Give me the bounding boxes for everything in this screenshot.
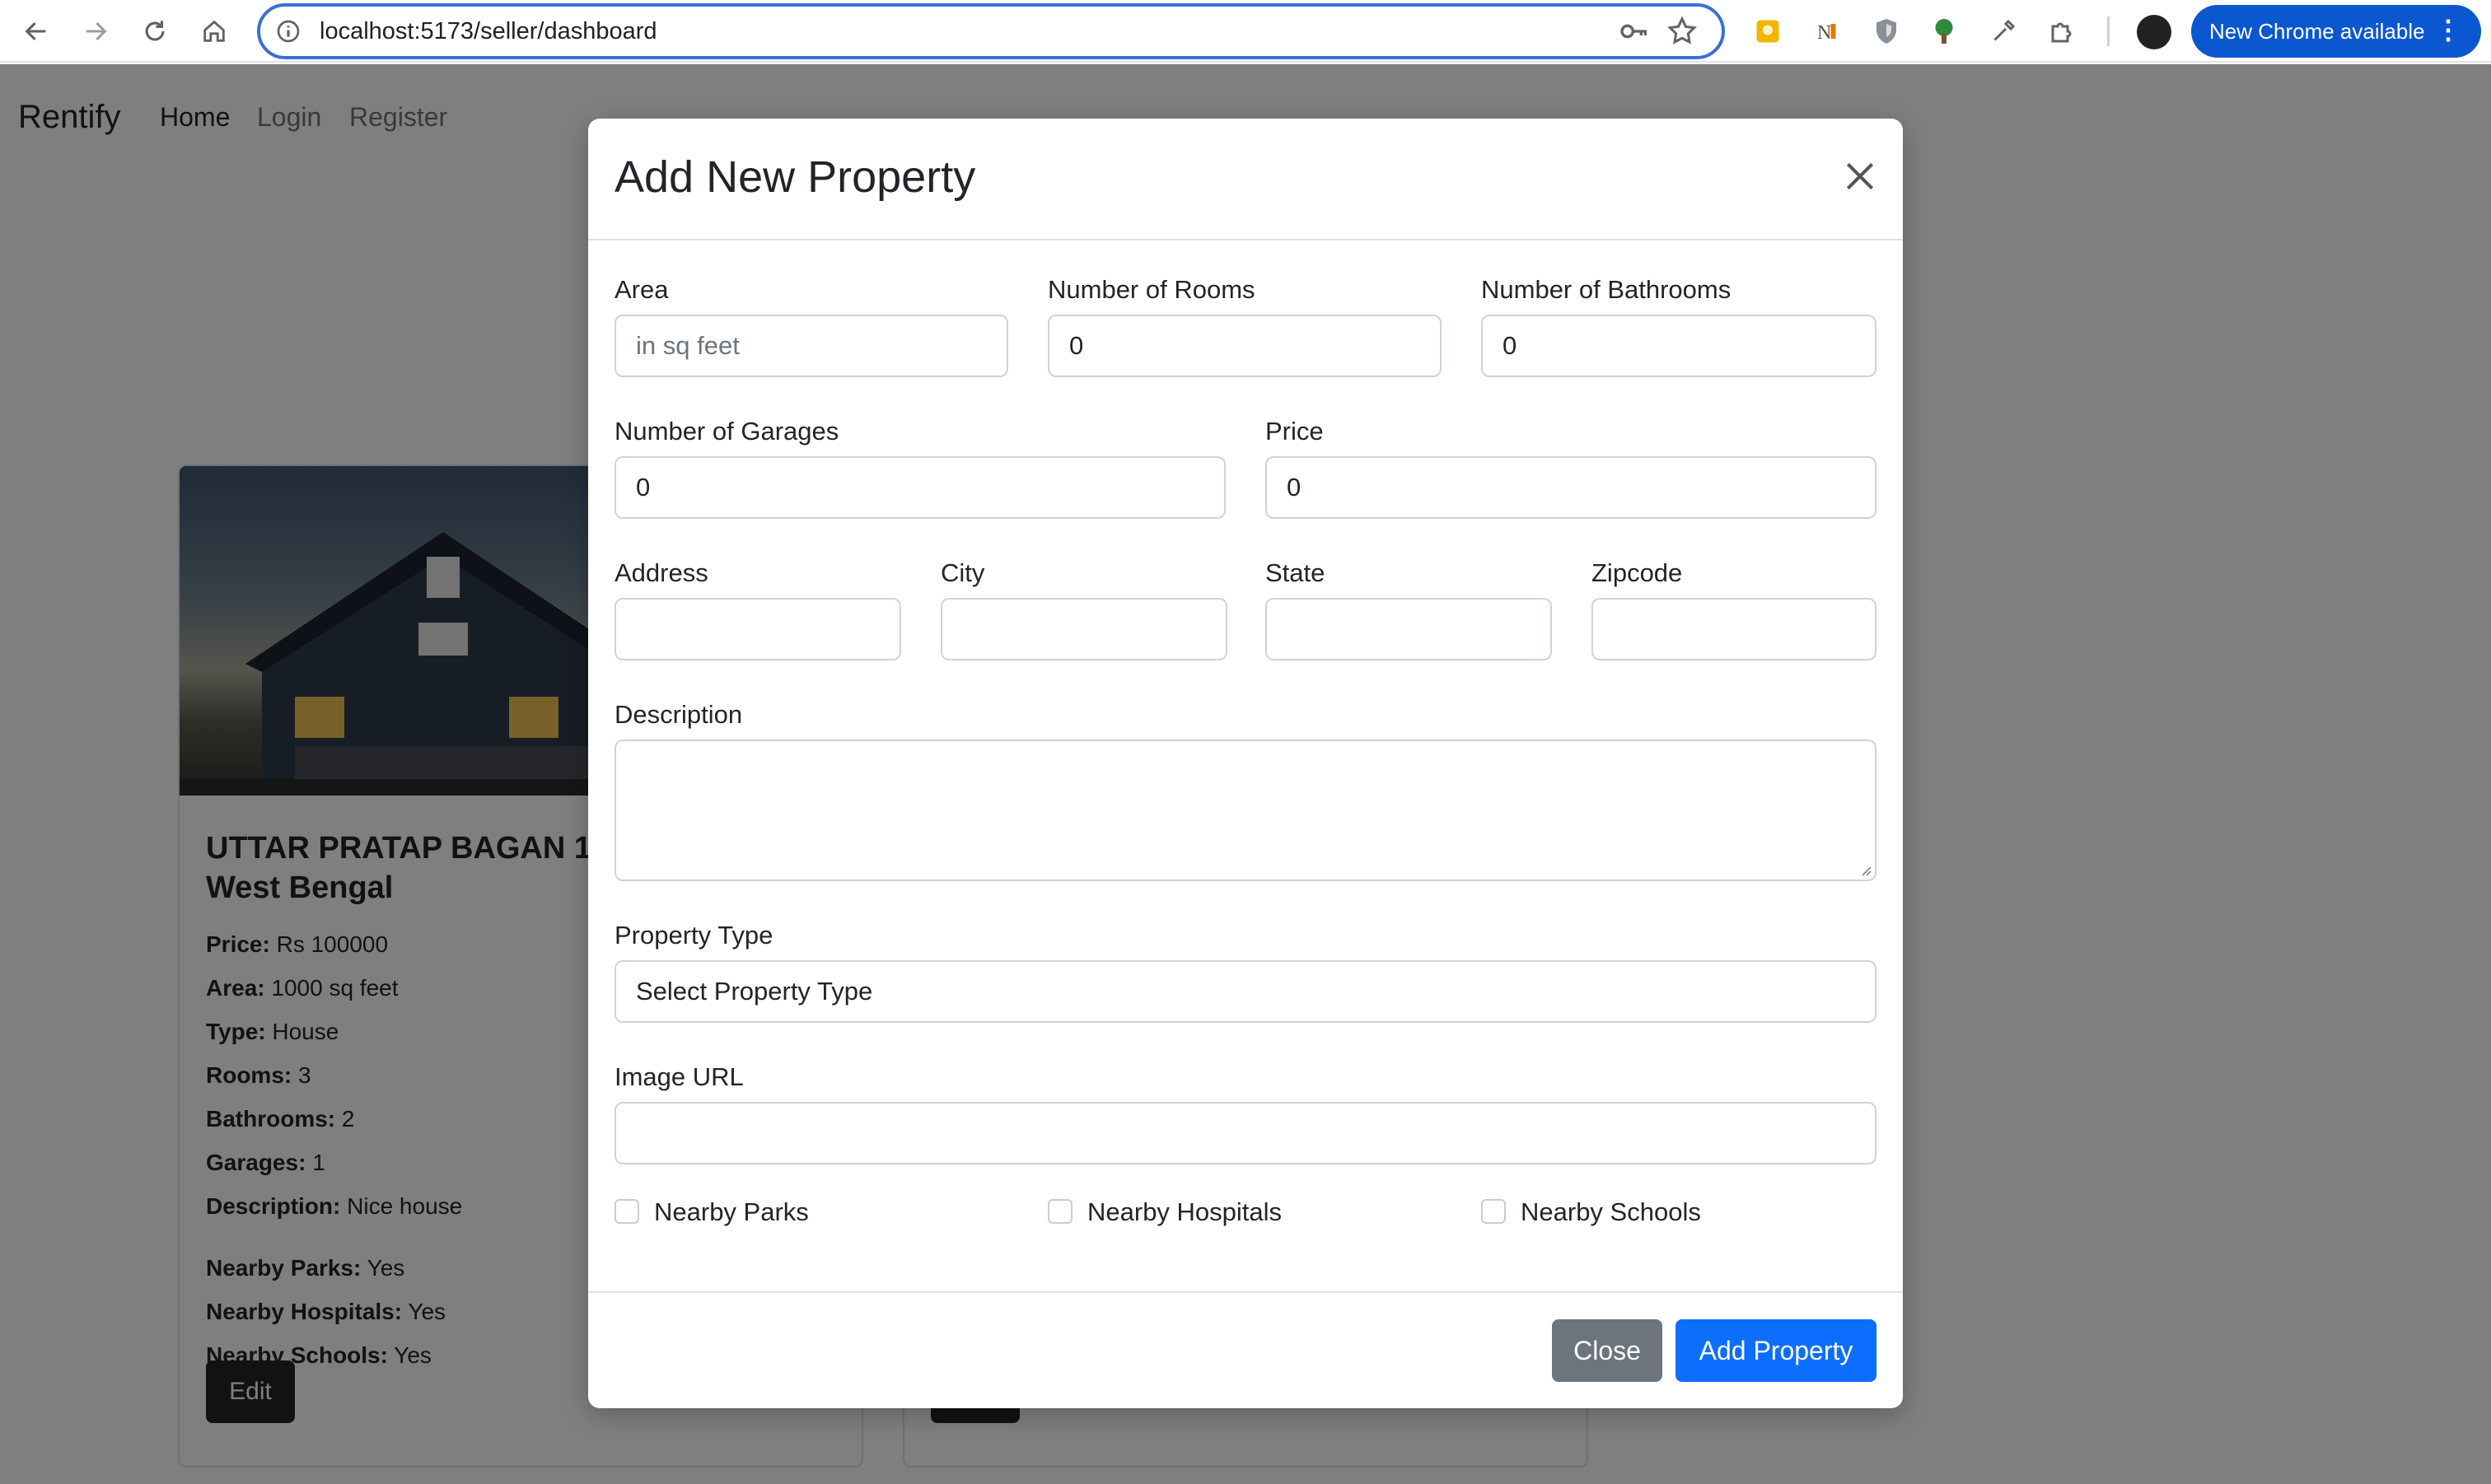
property-type-label: Property Type (615, 921, 773, 950)
address-input[interactable] (615, 598, 901, 660)
reload-button[interactable] (135, 12, 175, 51)
nearby-parks-checkbox[interactable] (615, 1199, 639, 1224)
toolbar-divider (2107, 16, 2110, 46)
city-input[interactable] (941, 598, 1227, 660)
nearby-schools-checkbox[interactable] (1481, 1199, 1506, 1224)
nearby-schools-label[interactable]: Nearby Schools (1521, 1197, 1701, 1227)
rooms-label: Number of Rooms (1048, 275, 1255, 304)
arrow-left-icon (25, 21, 46, 41)
profile-avatar[interactable] (2137, 15, 2171, 49)
extensions-puzzle-icon[interactable] (2046, 15, 2079, 48)
key-icon[interactable] (1618, 15, 1651, 48)
extension-n-icon[interactable]: N (1811, 15, 1844, 48)
address-label: Address (615, 558, 708, 587)
reload-icon (145, 21, 165, 41)
kebab-menu-icon[interactable]: ⋮ (2435, 15, 2461, 44)
extension-shield-icon[interactable] (1870, 15, 1903, 48)
bathrooms-label: Number of Bathrooms (1481, 275, 1732, 304)
zipcode-input[interactable] (1591, 598, 1876, 660)
property-type-select[interactable]: Select Property Type (615, 960, 1876, 1023)
extension-notes-icon[interactable] (1751, 15, 1784, 48)
extension-tree-icon[interactable] (1928, 15, 1961, 48)
description-textarea[interactable] (615, 740, 1876, 881)
state-label: State (1265, 558, 1325, 587)
modal-footer: Close Add Property (588, 1291, 1903, 1408)
add-property-button[interactable]: Add Property (1675, 1319, 1876, 1382)
nearby-hospitals-label[interactable]: Nearby Hospitals (1087, 1197, 1282, 1227)
zipcode-label: Zipcode (1591, 558, 1683, 587)
garages-input[interactable]: 0 (615, 456, 1226, 519)
chrome-update-button[interactable]: New Chrome available ⋮ (2191, 5, 2481, 58)
modal-title: Add New Property (615, 152, 976, 202)
address-bar[interactable]: localhost:5173/seller/dashboard (257, 3, 1725, 59)
forward-button[interactable] (76, 12, 115, 51)
modal-header: Add New Property (588, 119, 1903, 240)
svg-text:N: N (1817, 22, 1831, 44)
close-button[interactable]: Close (1552, 1319, 1662, 1382)
arrow-right-icon (86, 21, 107, 41)
garages-label: Number of Garages (615, 417, 839, 446)
image-url-label: Image URL (615, 1062, 744, 1091)
info-icon[interactable] (275, 18, 301, 44)
bathrooms-input[interactable]: 0 (1481, 315, 1876, 377)
close-icon[interactable] (1842, 158, 1878, 194)
description-label: Description (615, 700, 743, 729)
browser-toolbar: localhost:5173/seller/dashboard N New Ch… (0, 0, 2491, 63)
back-button[interactable] (16, 12, 56, 51)
url-text[interactable]: localhost:5173/seller/dashboard (320, 18, 657, 45)
update-label: New Chrome available (2209, 18, 2425, 44)
eyedropper-icon[interactable] (1987, 15, 2020, 48)
nearby-hospitals-checkbox[interactable] (1048, 1199, 1073, 1224)
city-label: City (941, 558, 985, 587)
area-input[interactable]: in sq feet (615, 315, 1008, 377)
price-label: Price (1265, 417, 1324, 446)
add-property-modal: Add New Property Area in sq feet Number … (588, 119, 1903, 1408)
rooms-input[interactable]: 0 (1048, 315, 1442, 377)
home-icon (203, 20, 225, 42)
nearby-parks-label[interactable]: Nearby Parks (654, 1197, 809, 1227)
state-input[interactable] (1265, 598, 1552, 660)
price-input[interactable]: 0 (1265, 456, 1876, 519)
bookmark-star-icon[interactable] (1666, 15, 1699, 48)
image-url-input[interactable] (615, 1102, 1876, 1164)
resize-grip-icon[interactable] (1858, 863, 1872, 876)
home-button[interactable] (194, 12, 234, 51)
area-label: Area (615, 275, 669, 304)
